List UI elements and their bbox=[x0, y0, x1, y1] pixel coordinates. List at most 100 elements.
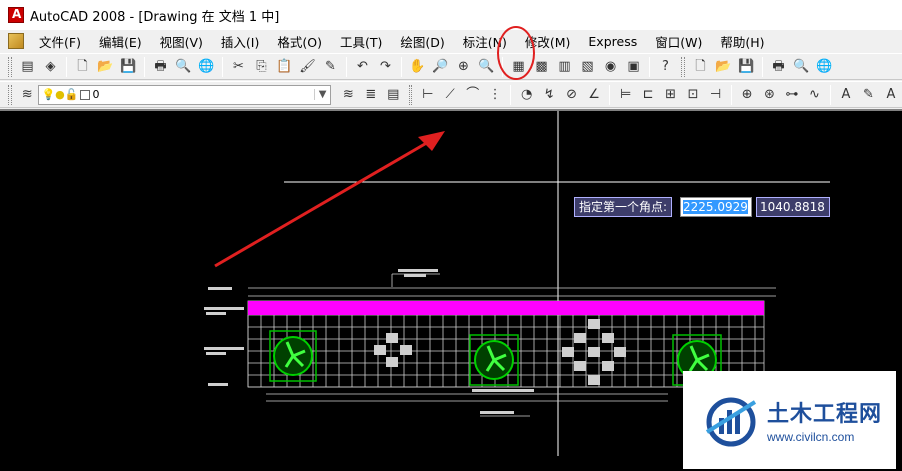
toolbar-separator bbox=[609, 84, 611, 105]
fan-unit-middle bbox=[469, 334, 519, 386]
standard-toolbar: ▤ ◈ 🗋 📂 💾 🖶 🔍 🌐 ✂ ⎘ 📋 🖌 ✎ ↶ ↷ ✋ 🔎 ⊕ 🔍 ▦ … bbox=[0, 53, 902, 80]
match-properties-icon[interactable]: 🖌 bbox=[297, 56, 318, 77]
menu-insert[interactable]: 插入(I) bbox=[212, 32, 268, 51]
civilcn-logo-icon bbox=[703, 392, 759, 448]
calculator-icon[interactable]: ▣ bbox=[623, 56, 644, 77]
toolbar-separator bbox=[144, 56, 145, 77]
toolbar-separator bbox=[401, 56, 402, 77]
layer-dropdown[interactable]: 💡 ● 🔓 0 ▼ bbox=[38, 84, 332, 105]
pan-icon[interactable]: ✋ bbox=[407, 56, 428, 77]
side-labels bbox=[204, 269, 534, 414]
menu-help[interactable]: 帮助(H) bbox=[711, 32, 773, 51]
toolbar-separator bbox=[829, 84, 831, 105]
zoom-realtime-icon[interactable]: 🔎 bbox=[430, 56, 451, 77]
layer-previous-icon[interactable]: ≣ bbox=[361, 84, 381, 105]
menu-edit[interactable]: 编辑(E) bbox=[90, 32, 151, 51]
toolbar-separator bbox=[510, 84, 512, 105]
design-center-icon[interactable]: ◈ bbox=[40, 56, 61, 77]
watermark: 土木工程网 www.civilcn.com bbox=[683, 371, 896, 469]
aligned-dim-icon[interactable]: ⟋ bbox=[440, 84, 460, 105]
quick-dim-icon[interactable]: ⊨ bbox=[615, 84, 635, 105]
quick-leader-icon[interactable]: ⊡ bbox=[683, 84, 703, 105]
plot-preview-icon[interactable]: 🔍 bbox=[173, 56, 194, 77]
watermark-site-name: 土木工程网 bbox=[767, 402, 883, 427]
open-icon[interactable]: 📂 bbox=[95, 56, 116, 77]
sheet-set-icon[interactable]: ▧ bbox=[577, 56, 598, 77]
menu-tools[interactable]: 工具(T) bbox=[331, 32, 391, 51]
zoom-window-icon[interactable]: ⊕ bbox=[453, 56, 474, 77]
magenta-band bbox=[248, 301, 764, 315]
zoom-previous-icon[interactable]: 🔍 bbox=[476, 56, 497, 77]
ordinate-dim-icon[interactable]: ⋮ bbox=[485, 84, 505, 105]
copy-icon[interactable]: ⎘ bbox=[251, 56, 272, 77]
new-icon[interactable]: 🗋 bbox=[72, 56, 93, 77]
block-editor-icon[interactable]: ✎ bbox=[320, 56, 341, 77]
center-mark-icon[interactable]: ⊕ bbox=[737, 84, 757, 105]
coordinate-x-input[interactable]: 2225.0929 bbox=[680, 197, 752, 217]
publish-icon[interactable]: 🌐 bbox=[196, 56, 217, 77]
new-icon-2[interactable]: 🗋 bbox=[690, 56, 711, 77]
baseline-dim-icon[interactable]: ⊏ bbox=[638, 84, 658, 105]
paste-icon[interactable]: 📋 bbox=[274, 56, 295, 77]
plot-preview-icon-2[interactable]: 🔍 bbox=[791, 56, 812, 77]
undo-icon[interactable]: ↶ bbox=[352, 56, 373, 77]
help-icon[interactable]: ? bbox=[655, 56, 676, 77]
open-icon-2[interactable]: 📂 bbox=[713, 56, 734, 77]
dim-update-icon[interactable]: ∿ bbox=[804, 84, 824, 105]
coordinate-y-input[interactable]: 1040.8818 bbox=[756, 197, 830, 217]
annotation-arrow-line bbox=[214, 139, 431, 268]
layer-states-icon[interactable]: ▤ bbox=[383, 84, 403, 105]
plot-icon[interactable]: 🖶 bbox=[150, 56, 171, 77]
markup-icon[interactable]: ◉ bbox=[600, 56, 621, 77]
toolbar-separator bbox=[649, 56, 650, 77]
text-style-icon[interactable]: ✎ bbox=[858, 84, 878, 105]
document-icon[interactable] bbox=[8, 33, 24, 49]
menu-file[interactable]: 文件(F) bbox=[30, 32, 90, 51]
menu-window[interactable]: 窗口(W) bbox=[646, 32, 711, 51]
publish-icon-2[interactable]: 🌐 bbox=[814, 56, 835, 77]
save-icon-2[interactable]: 💾 bbox=[736, 56, 757, 77]
dim-edit-icon[interactable]: ⊛ bbox=[759, 84, 779, 105]
tolerance-icon[interactable]: ⊣ bbox=[705, 84, 725, 105]
tool-palettes-icon[interactable]: ▥ bbox=[554, 56, 575, 77]
drawing-recovery-icon[interactable]: ▤ bbox=[17, 56, 38, 77]
text-edit-icon[interactable]: A bbox=[881, 84, 901, 105]
autocad-app-icon[interactable] bbox=[8, 7, 24, 23]
toolbar-grip[interactable] bbox=[681, 56, 685, 77]
menu-view[interactable]: 视图(V) bbox=[151, 32, 212, 51]
linear-dim-icon[interactable]: ⊢ bbox=[417, 84, 437, 105]
menu-express[interactable]: Express bbox=[579, 34, 646, 49]
coordinate-x-value: 2225.0929 bbox=[683, 200, 748, 214]
toolbar-grip[interactable] bbox=[8, 84, 12, 105]
watermark-url: www.civilcn.com bbox=[767, 430, 855, 444]
arc-length-dim-icon[interactable]: ⌒ bbox=[462, 84, 482, 105]
dim-text-edit-icon[interactable]: ⊶ bbox=[782, 84, 802, 105]
dim-style-icon[interactable]: A bbox=[836, 84, 856, 105]
annotation-arrow-head bbox=[418, 131, 445, 151]
save-icon[interactable]: 💾 bbox=[118, 56, 139, 77]
toolbar-grip[interactable] bbox=[408, 84, 413, 105]
radius-dim-icon[interactable]: ◔ bbox=[516, 84, 536, 105]
menu-draw[interactable]: 绘图(D) bbox=[391, 32, 453, 51]
lightbulb-icon: 💡 bbox=[41, 88, 56, 101]
menu-format[interactable]: 格式(O) bbox=[268, 32, 331, 51]
make-object-layer-current-icon[interactable]: ≋ bbox=[338, 84, 358, 105]
toolbar-separator bbox=[346, 56, 347, 77]
layer-manager-icon[interactable]: ≋ bbox=[17, 84, 37, 105]
plot-icon-2[interactable]: 🖶 bbox=[768, 56, 789, 77]
diameter-dim-icon[interactable]: ⊘ bbox=[561, 84, 581, 105]
highlight-circle bbox=[497, 26, 535, 80]
redo-icon[interactable]: ↷ bbox=[375, 56, 396, 77]
jogged-dim-icon[interactable]: ↯ bbox=[539, 84, 559, 105]
continue-dim-icon[interactable]: ⊞ bbox=[660, 84, 680, 105]
current-layer-name: 0 bbox=[92, 88, 100, 101]
angular-dim-icon[interactable]: ∠ bbox=[584, 84, 604, 105]
toolbar-grip[interactable] bbox=[8, 56, 12, 77]
chevron-down-icon[interactable]: ▼ bbox=[314, 89, 330, 100]
toolbar-separator bbox=[730, 84, 732, 105]
cut-icon[interactable]: ✂ bbox=[228, 56, 249, 77]
lock-icon: 🔓 bbox=[64, 88, 79, 101]
dynamic-input-prompt: 指定第一个角点: bbox=[574, 197, 673, 217]
menu-bar: 文件(F) 编辑(E) 视图(V) 插入(I) 格式(O) 工具(T) 绘图(D… bbox=[0, 30, 902, 52]
drawing-canvas[interactable]: 土木工程网 www.civilcn.com bbox=[0, 109, 902, 471]
